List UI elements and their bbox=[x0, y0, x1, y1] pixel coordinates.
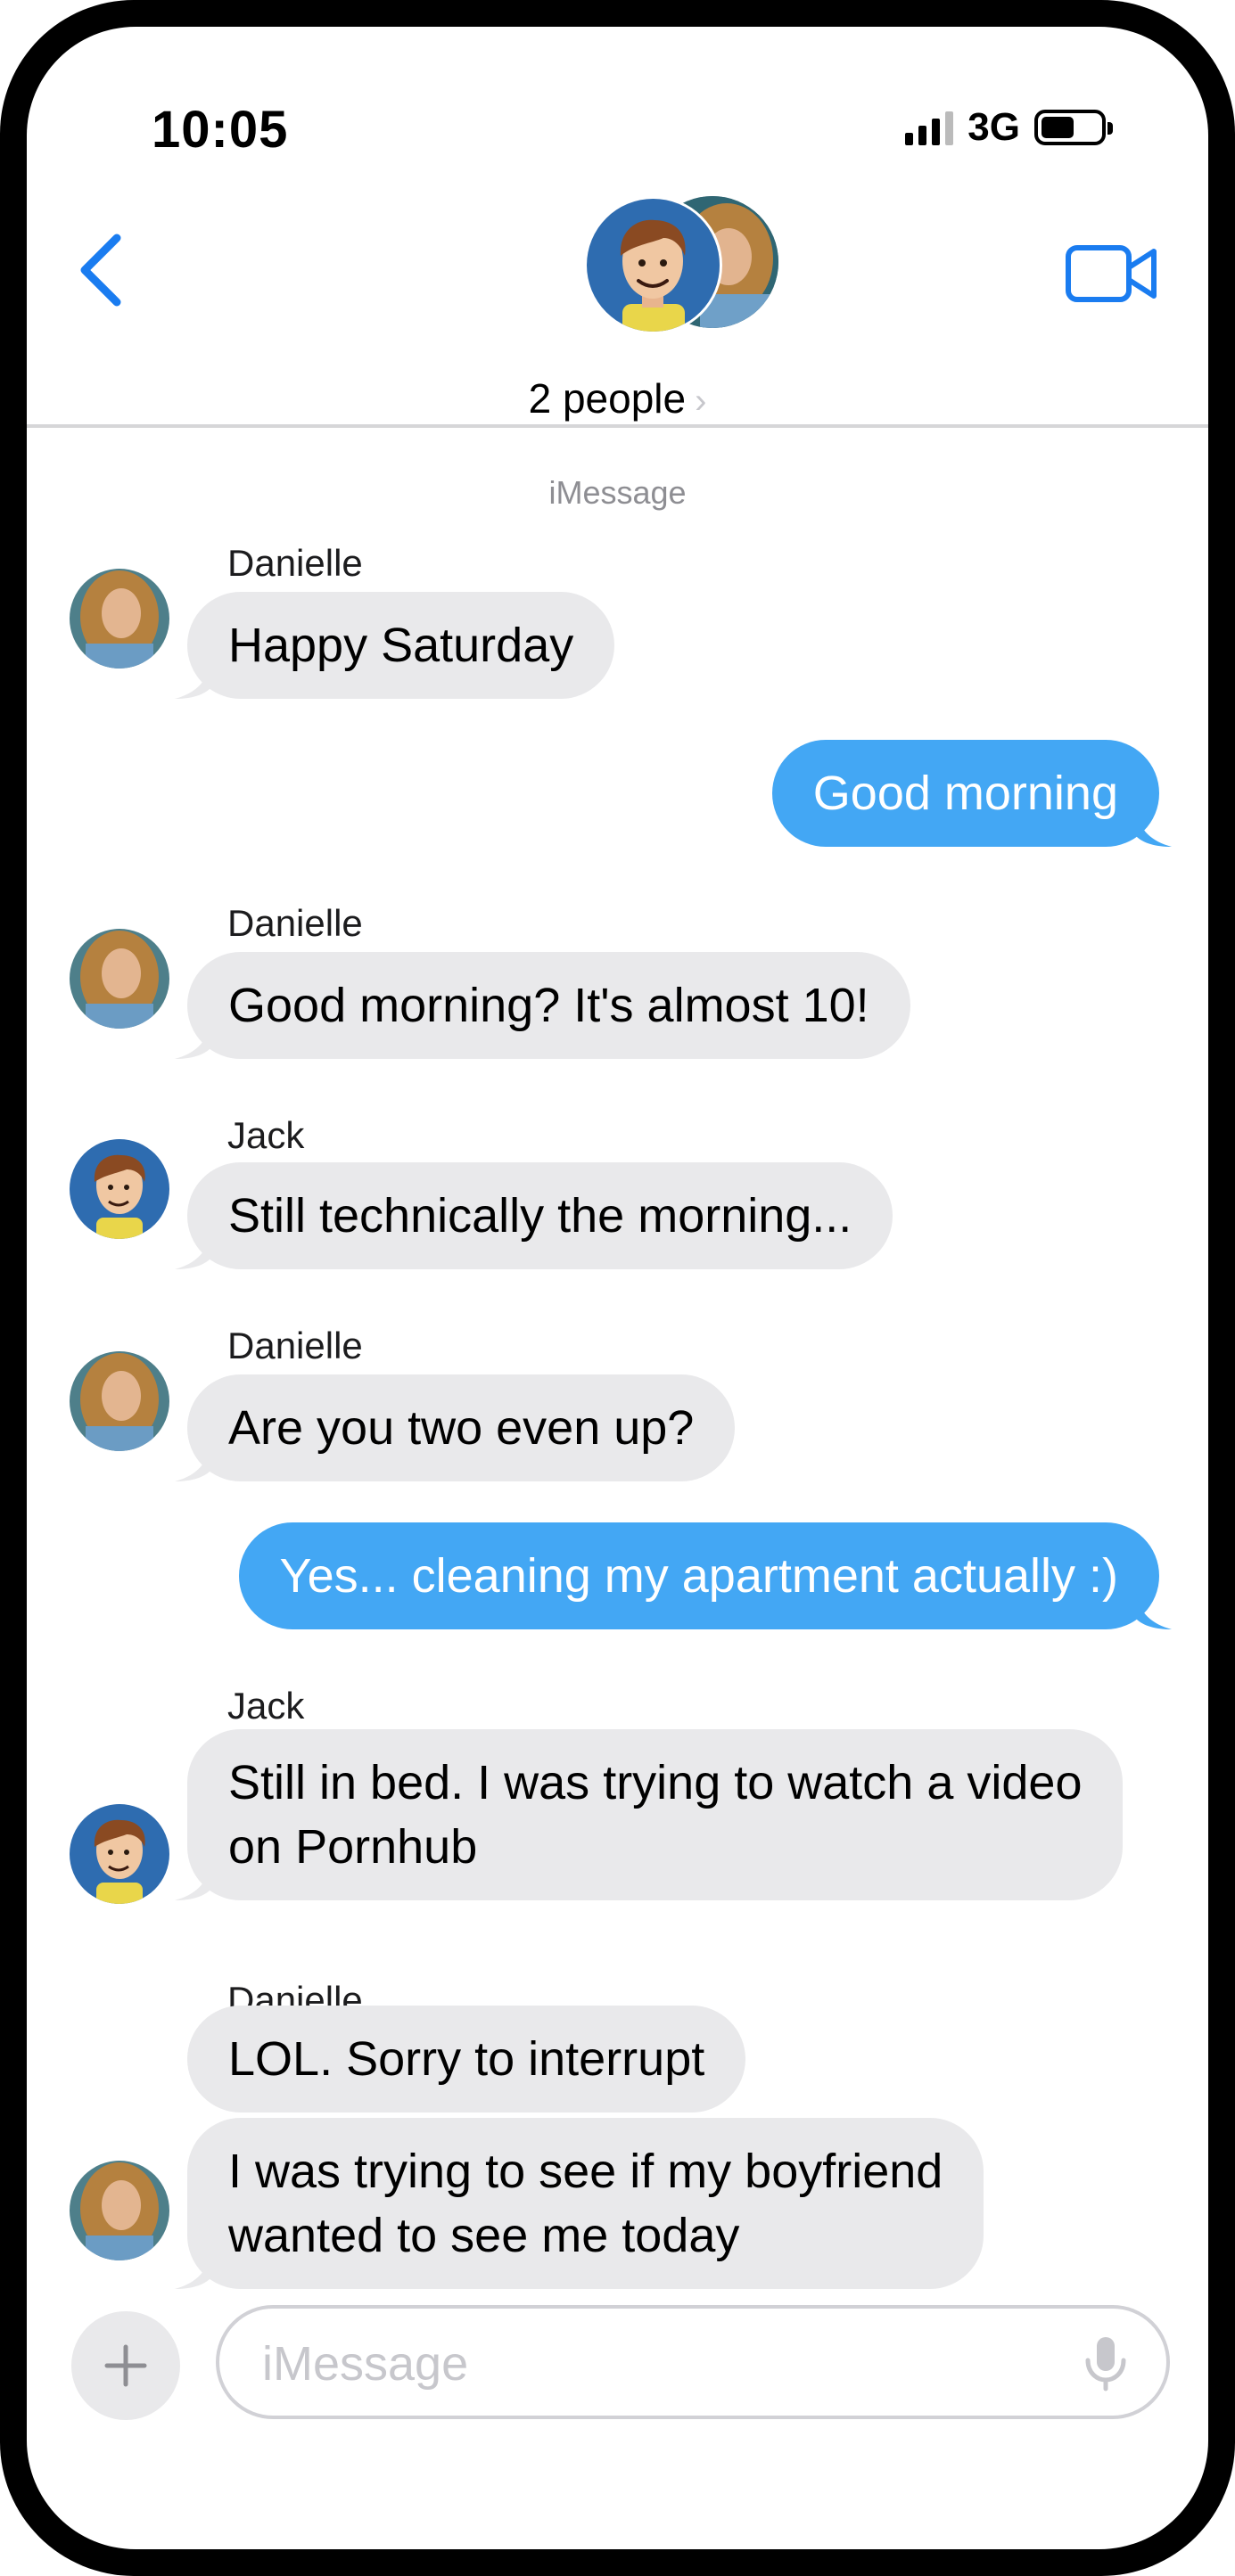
message-text-line: Still in bed. I was trying to watch a vi… bbox=[228, 1756, 1083, 1809]
message-bubble-outgoing[interactable]: Good morning bbox=[771, 740, 1172, 847]
microphone-icon bbox=[1085, 2337, 1126, 2391]
contact-avatar-jack bbox=[584, 196, 722, 334]
message-text: Happy Saturday bbox=[228, 619, 574, 672]
back-chevron-icon bbox=[80, 234, 121, 307]
network-label: 3G bbox=[967, 105, 1020, 149]
phone-frame: 10:05 3G 2 people › iMessage Danielle Ha… bbox=[0, 0, 1235, 2576]
add-attachment-button[interactable] bbox=[71, 2311, 180, 2420]
status-time: 10:05 bbox=[152, 101, 289, 159]
message-text-line: on Pornhub bbox=[228, 1820, 478, 1874]
video-camera-icon bbox=[1066, 245, 1157, 302]
message-text: Still technically the morning... bbox=[228, 1189, 852, 1243]
service-label: iMessage bbox=[548, 474, 687, 511]
messages-screen: 10:05 3G 2 people › iMessage Danielle Ha… bbox=[27, 27, 1208, 2549]
danielle-avatar[interactable] bbox=[70, 1351, 169, 1451]
conversation-details-link[interactable]: 2 people › bbox=[27, 374, 1208, 422]
danielle-avatar[interactable] bbox=[70, 929, 169, 1029]
message-bubble[interactable]: Still in bed. I was trying to watch a vi… bbox=[175, 1729, 1124, 1900]
sender-name: Danielle bbox=[227, 542, 363, 584]
signal-icon bbox=[905, 110, 954, 145]
message-bubble[interactable]: Still technically the morning... bbox=[175, 1162, 893, 1269]
status-indicators: 3G bbox=[905, 105, 1113, 150]
message-text: Good morning bbox=[812, 767, 1118, 820]
back-button[interactable] bbox=[64, 221, 136, 319]
message-text: Good morning? It's almost 10! bbox=[228, 979, 869, 1032]
people-count-label: 2 people bbox=[528, 375, 687, 422]
message-text: Yes... cleaning my apartment actually :) bbox=[279, 1549, 1118, 1603]
message-input[interactable] bbox=[260, 2332, 1049, 2396]
danielle-avatar[interactable] bbox=[70, 2161, 169, 2260]
message-bubble[interactable]: Happy Saturday bbox=[175, 592, 615, 699]
dictation-button[interactable] bbox=[1081, 2335, 1131, 2392]
message-text: Are you two even up? bbox=[228, 1401, 695, 1455]
group-avatar[interactable] bbox=[584, 194, 778, 341]
sender-name: Jack bbox=[227, 1114, 305, 1156]
message-bubble[interactable]: LOL. Sorry to interrupt bbox=[187, 2006, 746, 2112]
message-text-line: I was trying to see if my boyfriend bbox=[228, 2145, 943, 2198]
video-call-button[interactable] bbox=[1064, 239, 1162, 310]
message-bubble-outgoing[interactable]: Yes... cleaning my apartment actually :) bbox=[238, 1522, 1172, 1629]
header-divider bbox=[27, 424, 1208, 428]
compose-field bbox=[216, 2305, 1170, 2419]
sender-name: Danielle bbox=[227, 1325, 363, 1366]
message-bubble[interactable]: Are you two even up? bbox=[175, 1374, 736, 1481]
sender-name: Jack bbox=[227, 1685, 305, 1727]
message-bubble[interactable]: Good morning? It's almost 10! bbox=[175, 952, 910, 1059]
message-text-line: wanted to see me today bbox=[228, 2209, 740, 2262]
jack-avatar[interactable] bbox=[70, 1139, 169, 1239]
plus-icon bbox=[104, 2344, 147, 2387]
battery-icon bbox=[1034, 110, 1113, 145]
sender-name: Danielle bbox=[227, 902, 363, 944]
message-text: LOL. Sorry to interrupt bbox=[228, 2032, 705, 2086]
jack-avatar[interactable] bbox=[70, 1804, 169, 1904]
danielle-avatar[interactable] bbox=[70, 569, 169, 669]
message-bubble[interactable]: I was trying to see if my boyfriend want… bbox=[175, 2118, 984, 2289]
chevron-right-icon: › bbox=[695, 381, 707, 421]
